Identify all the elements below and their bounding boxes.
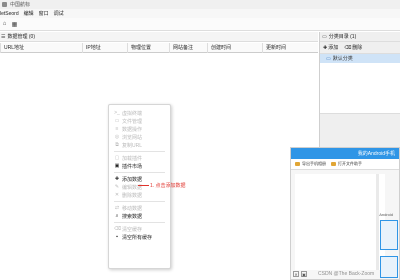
title-bar: 中国航标 [0, 0, 400, 9]
add-icon: ✚ [114, 176, 120, 182]
column-note[interactable]: 网站备注 [169, 43, 207, 53]
menu-item-label: 数据操作 [122, 126, 143, 133]
menu-item-app[interactable]: letSeord [0, 11, 19, 17]
delete-category-button[interactable]: ⌫ 删除 [344, 44, 363, 52]
menu-item-label: 浏览网站 [122, 134, 143, 141]
menu-item-move-data[interactable]: ⇄ 移动数据 [109, 204, 170, 212]
plus-icon: ✚ [323, 44, 328, 51]
trash-icon: ⌫ [344, 44, 352, 51]
menu-item-label: 加载插件 [122, 155, 143, 162]
column-ip[interactable]: IP地址 [82, 43, 127, 53]
menu-item-files[interactable]: ▭ 文件管理 [109, 117, 170, 125]
menu-item-label: 搜索数据 [122, 213, 143, 220]
menu-item-search-data[interactable]: ⌕ 搜索数据 [109, 212, 170, 220]
menu-item-browse[interactable]: ◎ 浏览网站 [109, 133, 170, 141]
clear-icon: ⌫ [114, 226, 122, 232]
menu-item-label: 复制URL [122, 142, 143, 149]
column-updated[interactable]: 更新时间 [262, 43, 318, 53]
add-category-button[interactable]: ✚ 添加 [323, 44, 339, 52]
category-item-default[interactable]: ▭ 默认分类 [320, 54, 400, 63]
plugin-icon: ▢ [114, 155, 120, 161]
menu-item-label: 插件市场 [122, 163, 143, 170]
menu-item-label: 移动数据 [122, 205, 143, 212]
category-panel-title: 分类目录 (1) [328, 34, 357, 40]
table-header: URL地址 IP地址 物理位置 网站备注 创建时间 更新时间 [0, 43, 318, 53]
menu-item-terminal[interactable]: >_ 虚拟终端 [109, 109, 170, 117]
phone-scrollbar[interactable] [376, 174, 379, 270]
menu-item-load-plugin[interactable]: ▢ 加载插件 [109, 154, 170, 162]
menu-item-label: 清空缓存 [122, 226, 143, 233]
menu-item-database[interactable]: ≡ 数据操作 [109, 125, 170, 133]
list-icon: ☰ [1, 33, 6, 40]
column-location[interactable]: 物理位置 [127, 43, 169, 53]
menu-separator [114, 222, 165, 223]
tab-label: 导出手机相册 [302, 161, 326, 166]
phone-label: Android [379, 212, 393, 217]
menu-item-delete-data[interactable]: ✕ 删除数据 [109, 191, 170, 199]
delete-category-label: 删除 [352, 45, 363, 51]
phone-window-tabs: 导出手机相册 打开文件助手 [291, 159, 399, 170]
phone-thumbnail[interactable] [380, 220, 398, 250]
window-title: 中国航标 [10, 2, 31, 8]
data-panel-title: 数据管理 (0) [7, 34, 35, 40]
menu-item-plugin-market[interactable]: ▣ 插件市场 [109, 162, 170, 170]
menu-item-edit[interactable]: 编辑 [24, 10, 34, 17]
search-icon: ⌕ [115, 213, 119, 219]
grid-icon[interactable]: ▦ [11, 21, 18, 28]
annotation-arrow [138, 185, 149, 186]
data-panel-header: ☰ 数据管理 (0) [0, 32, 318, 42]
menu-item-label: 文件管理 [122, 118, 143, 125]
tab-file-assistant[interactable]: 打开文件助手 [331, 161, 362, 167]
folder-icon: ▭ [322, 33, 327, 40]
market-icon: ▣ [114, 163, 120, 169]
menu-item-label: 添加数据 [122, 176, 143, 183]
tab-label: 打开文件助手 [338, 161, 362, 166]
menu-item-label: 虚拟终端 [122, 110, 143, 117]
phone-window-title: 我的Android手机 [291, 148, 399, 159]
toolbar: ⌂ ▦ [0, 18, 400, 31]
category-panel-header: ▭ 分类目录 (1) [320, 32, 400, 42]
add-category-label: 添加 [328, 45, 339, 51]
folder-icon: ▭ [114, 118, 120, 124]
folder-icon: ▭ [326, 55, 331, 62]
image-icon[interactable]: ▣ [301, 271, 307, 277]
globe-icon: ◎ [114, 134, 120, 140]
menu-separator [114, 201, 165, 202]
folder-icon [295, 162, 300, 166]
database-icon: ≡ [115, 126, 119, 132]
column-created[interactable]: 创建时间 [207, 43, 262, 53]
terminal-icon: >_ [114, 110, 120, 116]
menu-item-label: 删除数据 [122, 192, 143, 199]
edit-icon: ✎ [114, 184, 120, 190]
phone-window: 我的Android手机 导出手机相册 打开文件助手 Android ✕ ▣ [290, 147, 400, 280]
menu-item-clear-cache[interactable]: ⌫ 清空缓存 [109, 225, 170, 233]
menu-item-debug[interactable]: 调试 [54, 10, 64, 17]
category-item-label: 默认分类 [332, 56, 353, 62]
menu-separator [114, 151, 165, 152]
clear-all-icon: ▪ [116, 234, 118, 240]
menu-item-window[interactable]: 窗口 [39, 10, 49, 17]
app-icon [2, 2, 7, 7]
phone-thumbnail[interactable] [380, 256, 398, 278]
menu-item-copy-url[interactable]: ⧉ 复制URL [109, 141, 170, 149]
copy-icon: ⧉ [115, 142, 119, 148]
column-url[interactable]: URL地址 [0, 43, 82, 53]
annotation-text: 1. 点击添加数据 [150, 183, 186, 189]
category-toolbar: ✚ 添加 ⌫ 删除 [320, 42, 400, 54]
category-list: ▭ 默认分类 [320, 54, 400, 114]
phone-bottom-bar: ✕ ▣ [293, 271, 309, 277]
delete-icon: ✕ [114, 192, 120, 198]
tab-export-album[interactable]: 导出手机相册 [295, 161, 326, 167]
close-icon[interactable]: ✕ [293, 271, 299, 277]
menu-separator [114, 172, 165, 173]
menu-bar: letSeord 编辑 窗口 调试 [0, 9, 400, 18]
watermark: CSDN @The Back-Zoom [318, 271, 375, 277]
folder-icon [331, 162, 336, 166]
menu-item-label: 清空所有缓存 [122, 234, 153, 241]
phone-content [295, 174, 385, 270]
move-icon: ⇄ [114, 205, 120, 211]
home-icon[interactable]: ⌂ [1, 21, 8, 28]
menu-item-clear-all-cache[interactable]: ▪ 清空所有缓存 [109, 233, 170, 241]
